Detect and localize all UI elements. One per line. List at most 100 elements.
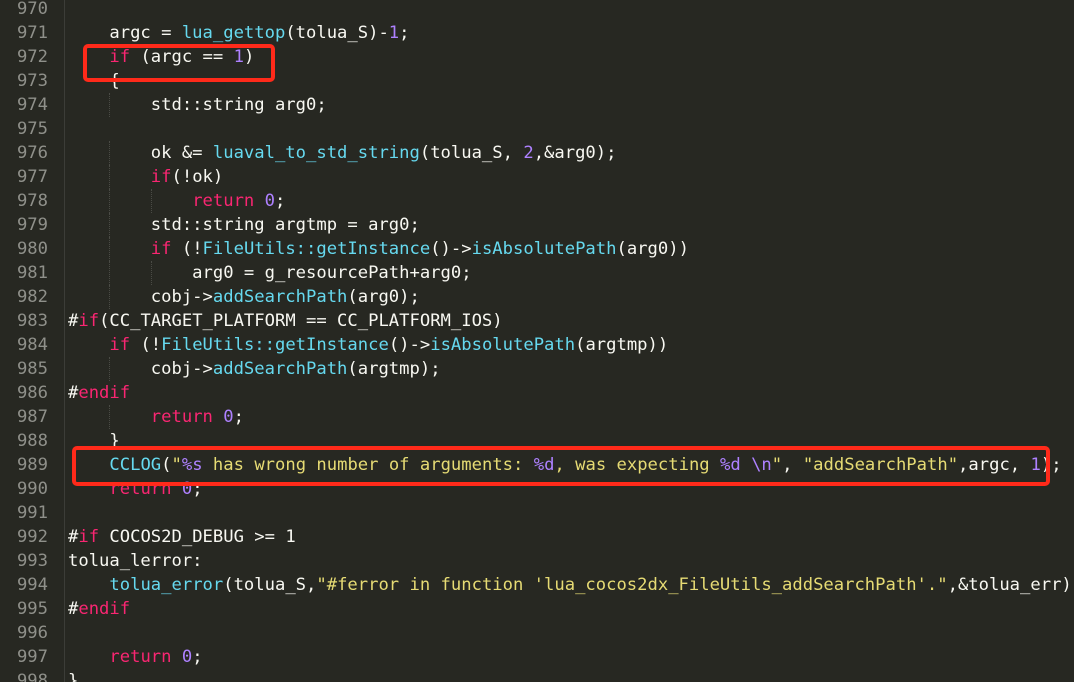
code-line[interactable]: 976 ok &= luaval_to_std_string(tolua_S, … (0, 141, 616, 165)
code-line[interactable]: 983 #if(CC_TARGET_PLATFORM == CC_PLATFORM… (0, 309, 503, 333)
code-line[interactable]: 989 CCLOG("%s has wrong number of argume… (0, 453, 1062, 477)
line-number: 993 (16, 551, 48, 571)
line-number: 979 (16, 215, 48, 235)
code-token: std::string argtmp = arg0; (68, 215, 420, 235)
code-line[interactable]: 975 (0, 117, 48, 141)
code-token: (tolua_S)- (285, 23, 389, 43)
code-line[interactable]: 997 return 0; (0, 645, 203, 669)
code-token: (arg0); (347, 287, 420, 307)
line-number: 996 (16, 623, 48, 643)
code-text: #endif (68, 597, 130, 621)
code-token: } (68, 671, 79, 682)
code-line[interactable]: 990 return 0; (0, 477, 203, 501)
code-token: # (68, 383, 79, 403)
code-token: (! (130, 335, 162, 355)
code-token: (tolua_S, (419, 143, 524, 163)
code-text: #if COCOS2D_DEBUG >= 1 (68, 525, 296, 549)
code-line[interactable]: 982 cobj->addSearchPath(arg0); (0, 285, 420, 309)
line-number: 995 (16, 599, 48, 619)
code-line[interactable]: 985 cobj->addSearchPath(argtmp); (0, 357, 441, 381)
code-token: arg0 = g_resourcePath+arg0; (68, 263, 472, 283)
line-number: 971 (16, 23, 48, 43)
line-number: 972 (16, 47, 48, 67)
line-number: 991 (16, 503, 48, 523)
code-token: ,&tolua_err); (947, 575, 1074, 595)
code-text: cobj->addSearchPath(arg0); (68, 285, 420, 309)
code-text: #if(CC_TARGET_PLATFORM == CC_PLATFORM_IO… (68, 309, 503, 333)
line-number: 984 (16, 335, 48, 355)
code-token: (CC_TARGET_PLATFORM == CC_PLATFORM_IOS) (99, 311, 503, 331)
line-number: 994 (16, 575, 48, 595)
code-token: if (78, 527, 100, 547)
code-text: if(!ok) (68, 165, 223, 189)
code-token: ()-> (388, 335, 431, 355)
code-token: tolua_lerror: (68, 551, 203, 571)
code-token: addSearchPath (212, 359, 348, 379)
line-number: 998 (16, 671, 48, 682)
code-line[interactable]: 980 if (!FileUtils::getInstance()->isAbs… (0, 237, 689, 261)
code-text: ok &= luaval_to_std_string(tolua_S, 2,&a… (68, 141, 617, 165)
line-number: 975 (16, 119, 48, 139)
code-token: if (150, 239, 172, 259)
code-line[interactable]: 996 (0, 621, 48, 645)
code-line[interactable]: 988 } (0, 429, 120, 453)
line-number: 974 (16, 95, 48, 115)
code-editor[interactable]: 970 971 argc = lua_gettop(tolua_S)-1; 972 … (0, 0, 1074, 682)
code-line[interactable]: 974 std::string arg0; (0, 93, 327, 117)
line-number: 976 (16, 143, 48, 163)
code-token: ; (192, 647, 203, 667)
line-number: 988 (16, 431, 48, 451)
line-number: 987 (16, 407, 48, 427)
code-token: 1 (388, 23, 400, 43)
line-number: 980 (16, 239, 48, 259)
code-line[interactable]: 972 if (argc == 1) (0, 45, 254, 69)
code-line[interactable]: 986 #endif (0, 381, 130, 405)
code-token: # (68, 599, 79, 619)
code-token: ,&arg0); (533, 143, 617, 163)
code-text: cobj->addSearchPath(argtmp); (68, 357, 441, 381)
code-line[interactable]: 970 (0, 0, 48, 21)
code-text: return 0; (68, 405, 244, 429)
code-token: ok &= (68, 143, 213, 163)
code-line[interactable]: 978 return 0; (0, 189, 285, 213)
line-number: 992 (16, 527, 48, 547)
code-line[interactable]: 998} (0, 669, 78, 682)
line-number: 983 (16, 311, 48, 331)
line-number: 982 (16, 287, 48, 307)
code-line[interactable]: 992 #if COCOS2D_DEBUG >= 1 (0, 525, 296, 549)
code-token: lua_gettop (181, 23, 286, 43)
code-line[interactable]: 994 tolua_error(tolua_S,"#ferror in func… (0, 573, 1074, 597)
code-token: COCOS2D_DEBUG >= 1 (99, 527, 296, 547)
line-number: 970 (16, 0, 48, 19)
code-token: # (68, 527, 79, 547)
code-line[interactable]: 977 if(!ok) (0, 165, 223, 189)
code-line[interactable]: 973 { (0, 69, 120, 93)
code-text: #endif (68, 381, 130, 405)
code-text: return 0; (68, 189, 285, 213)
code-token: ; (233, 407, 244, 427)
code-token: addSearchPath (212, 287, 348, 307)
code-lines: 970 971 argc = lua_gettop(tolua_S)-1; 972 … (0, 0, 1074, 682)
code-line[interactable]: 993 tolua_lerror: (0, 549, 203, 573)
code-line[interactable]: 987 return 0; (0, 405, 244, 429)
code-token: return (150, 407, 213, 427)
code-token: if (78, 311, 100, 331)
code-token: cobj-> (68, 287, 213, 307)
code-line[interactable]: 979 std::string argtmp = arg0; (0, 213, 420, 237)
code-line[interactable]: 981 arg0 = g_resourcePath+arg0; (0, 261, 472, 285)
code-line[interactable]: 991 (0, 501, 48, 525)
code-line[interactable]: 995 #endif (0, 597, 130, 621)
code-text: } (68, 669, 78, 682)
code-token: return (192, 191, 255, 211)
code-line[interactable]: 984 if (!FileUtils::getInstance()->isAbs… (0, 333, 668, 357)
code-token: tolua_error (109, 575, 224, 595)
code-line[interactable]: 971 argc = lua_gettop(tolua_S)-1; (0, 21, 410, 45)
code-token: "#ferror in function 'lua_cocos2dx_FileU… (316, 575, 948, 595)
